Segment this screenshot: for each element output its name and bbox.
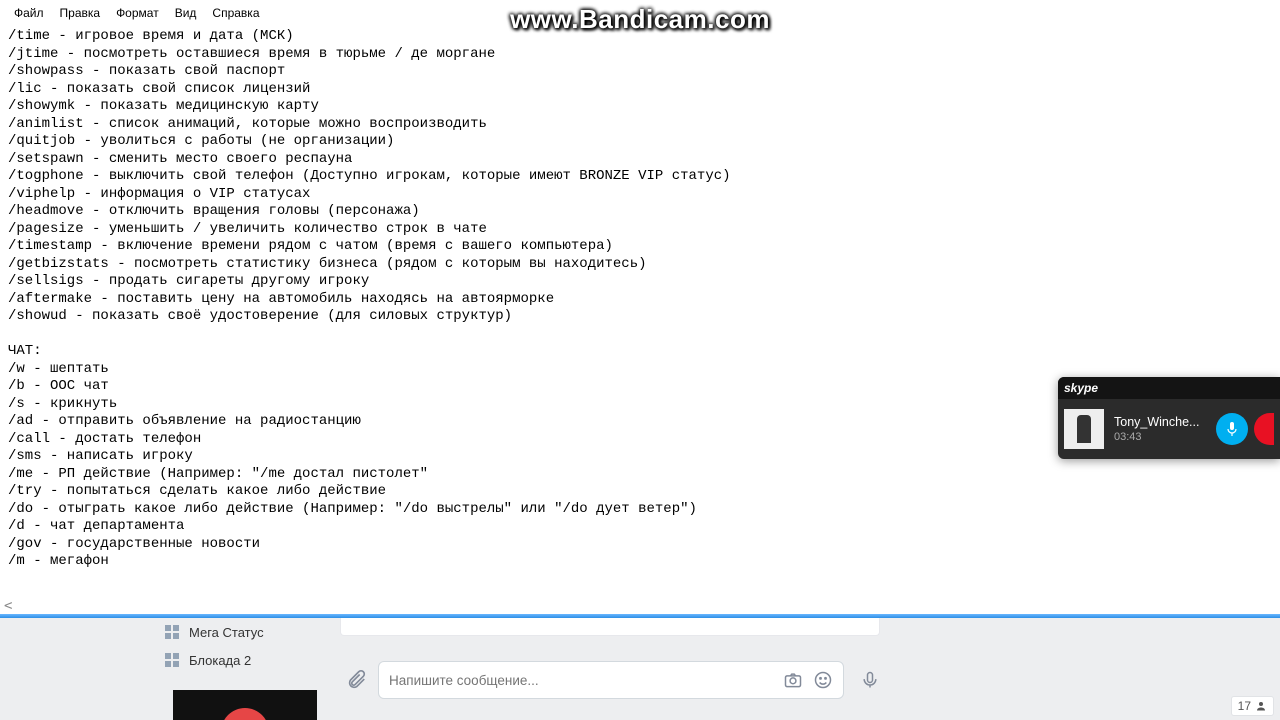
app-grid-icon: [165, 625, 179, 639]
text-line: /togphone - выключить свой телефон (Дост…: [8, 168, 1272, 186]
vk-sidebar: Мега Статус Блокада 2: [165, 618, 325, 674]
text-line: /w - шептать: [8, 361, 1272, 379]
skype-mute-button[interactable]: [1216, 413, 1248, 445]
vk-background: Мега Статус Блокада 2: [0, 618, 1280, 720]
text-line: /gov - государственные новости: [8, 536, 1272, 554]
text-line: /quitjob - уволиться с работы (не органи…: [8, 133, 1272, 151]
vk-chat-panel: [340, 618, 880, 700]
text-line: /d - чат департамента: [8, 518, 1272, 536]
text-line: ЧАТ:: [8, 343, 1272, 361]
text-line: /showymk - показать медицинскую карту: [8, 98, 1272, 116]
online-count: 17: [1238, 699, 1251, 713]
skype-contact-name: Tony_Winche...: [1114, 415, 1212, 429]
text-line: [8, 326, 1272, 344]
text-line: /timestamp - включение времени рядом с ч…: [8, 238, 1272, 256]
text-line: /headmove - отключить вращения головы (п…: [8, 203, 1272, 221]
text-line: /sellsigs - продать сигареты другому игр…: [8, 273, 1272, 291]
text-area[interactable]: /time - игровое время и дата (МСК)/jtime…: [0, 26, 1280, 573]
menu-help[interactable]: Справка: [204, 2, 267, 24]
menu-file[interactable]: Файл: [6, 2, 52, 24]
text-line: /setspawn - сменить место своего респаун…: [8, 151, 1272, 169]
vk-card-bottom: [340, 618, 880, 636]
text-line: /showud - показать своё удостоверение (д…: [8, 308, 1272, 326]
vk-compose-row: [340, 660, 880, 700]
text-line: /jtime - посмотреть оставшиеся время в т…: [8, 46, 1272, 64]
skype-hangup-button[interactable]: [1254, 413, 1274, 445]
skype-titlebar[interactable]: skype: [1058, 377, 1280, 399]
skype-call-overlay[interactable]: skype Tony_Winche... 03:43: [1058, 377, 1280, 459]
voice-message-icon[interactable]: [860, 670, 880, 690]
skype-call-duration: 03:43: [1114, 431, 1212, 443]
message-input[interactable]: [389, 673, 773, 688]
text-line: /showpass - показать свой паспорт: [8, 63, 1272, 81]
text-line: /getbizstats - посмотреть статистику биз…: [8, 256, 1272, 274]
vk-sidebar-label: Мега Статус: [189, 625, 264, 640]
text-line: /lic - показать свой список лицензий: [8, 81, 1272, 99]
person-icon: [1255, 700, 1267, 712]
skype-logo: skype: [1064, 381, 1098, 395]
menu-view[interactable]: Вид: [167, 2, 205, 24]
camera-icon[interactable]: [783, 670, 803, 690]
vk-sidebar-cover[interactable]: [173, 690, 317, 720]
text-line: /m - мегафон: [8, 553, 1272, 571]
skype-avatar: [1064, 409, 1104, 449]
text-line: /aftermake - поставить цену на автомобил…: [8, 291, 1272, 309]
notepad-window: Файл Правка Формат Вид Справка /time - и…: [0, 0, 1280, 616]
attach-icon[interactable]: [344, 668, 368, 692]
text-line: /pagesize - уменьшить / увеличить количе…: [8, 221, 1272, 239]
vk-input-container[interactable]: [378, 661, 844, 699]
menu-edit[interactable]: Правка: [52, 2, 109, 24]
text-line: /viphelp - информация о VIP статусах: [8, 186, 1272, 204]
text-line: /try - попытаться сделать какое либо дей…: [8, 483, 1272, 501]
menubar: Файл Правка Формат Вид Справка: [0, 0, 1280, 26]
emoji-icon[interactable]: [813, 670, 833, 690]
vk-sidebar-item[interactable]: Блокада 2: [165, 646, 325, 674]
menu-format[interactable]: Формат: [108, 2, 167, 24]
app-grid-icon: [165, 653, 179, 667]
text-line: /me - РП действие (Например: "/me достал…: [8, 466, 1272, 484]
text-line: /time - игровое время и дата (МСК): [8, 28, 1272, 46]
vk-online-badge[interactable]: 17: [1231, 696, 1274, 716]
vk-sidebar-item[interactable]: Мега Статус: [165, 618, 325, 646]
text-line: /do - отыграть какое либо действие (Напр…: [8, 501, 1272, 519]
vk-sidebar-label: Блокада 2: [189, 653, 251, 668]
text-line: /animlist - список анимаций, которые мож…: [8, 116, 1272, 134]
scroll-left-arrow[interactable]: <: [4, 598, 12, 614]
